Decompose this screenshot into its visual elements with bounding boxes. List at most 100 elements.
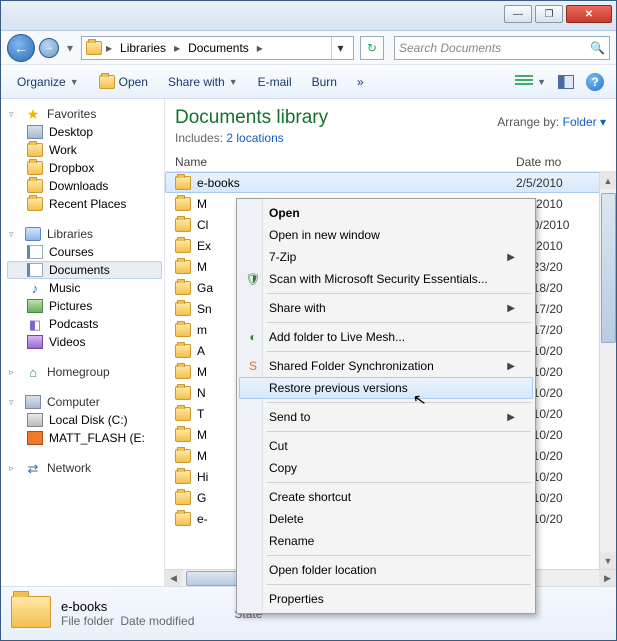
minimize-button[interactable]: —	[504, 5, 532, 23]
menu-item-label: Cut	[269, 439, 288, 453]
vertical-scrollbar[interactable]: ▲ ▼	[599, 172, 616, 569]
folder-icon	[175, 176, 191, 190]
more-commands-button[interactable]: »	[349, 71, 372, 93]
menu-item[interactable]: ◐Add folder to Live Mesh...	[239, 326, 533, 348]
forward-button[interactable]: →	[39, 38, 59, 58]
address-bar[interactable]: ▸ Libraries ▸ Documents ▸ ▾	[81, 36, 354, 60]
view-options-button[interactable]: ▼	[511, 71, 550, 93]
menu-item[interactable]: Create shortcut	[239, 486, 533, 508]
scroll-thumb[interactable]	[601, 193, 616, 343]
nav-dropbox[interactable]: Dropbox	[7, 159, 162, 177]
library-header: Documents library Includes: 2 locations …	[165, 99, 616, 151]
menu-item-label: Copy	[269, 461, 297, 475]
nav-pictures[interactable]: Pictures	[7, 297, 162, 315]
includes-locations-link[interactable]: 2 locations	[226, 131, 283, 145]
folder-icon	[175, 239, 191, 253]
view-icon	[515, 75, 533, 89]
details-title: e-books	[61, 599, 194, 614]
menu-item[interactable]: Open folder location	[239, 559, 533, 581]
scroll-down-icon[interactable]: ▼	[600, 552, 616, 569]
folder-icon	[27, 143, 43, 157]
menu-item[interactable]: Copy	[239, 457, 533, 479]
libraries-icon	[25, 227, 41, 241]
menu-item[interactable]: Rename	[239, 530, 533, 552]
column-name[interactable]: Name	[175, 155, 516, 169]
submenu-arrow-icon: ▶	[507, 412, 515, 423]
nav-recent-places[interactable]: Recent Places	[7, 195, 162, 213]
menu-item[interactable]: Send to▶	[239, 406, 533, 428]
back-button[interactable]: ←	[7, 34, 35, 62]
menu-item[interactable]: SShared Folder Synchronization▶	[239, 355, 533, 377]
nav-homegroup-header[interactable]: ▹⌂Homegroup	[7, 363, 162, 381]
menu-item[interactable]: Delete	[239, 508, 533, 530]
file-row[interactable]: e-books2/5/2010	[165, 172, 616, 193]
context-menu: Open Open in new window 7-Zip▶🛡Scan with M…	[236, 198, 536, 614]
folder-icon	[175, 260, 191, 274]
history-dropdown-icon[interactable]: ▾	[63, 36, 77, 60]
menu-separator	[267, 584, 531, 585]
menu-item[interactable]: Open	[239, 202, 533, 224]
nav-matt-flash-e[interactable]: MATT_FLASH (E:	[7, 429, 162, 447]
nav-computer-header[interactable]: ▿Computer	[7, 393, 162, 411]
scroll-up-icon[interactable]: ▲	[600, 172, 616, 189]
nav-courses[interactable]: Courses	[7, 243, 162, 261]
nav-documents[interactable]: Documents	[7, 261, 162, 279]
column-headers[interactable]: Name Date mo	[165, 151, 616, 172]
menu-item[interactable]: Open in new window	[239, 224, 533, 246]
nav-desktop[interactable]: Desktop	[7, 123, 162, 141]
scroll-left-icon[interactable]: ◀	[165, 570, 182, 586]
menu-item[interactable]: Properties	[239, 588, 533, 610]
breadcrumb-sep: ▸	[104, 41, 114, 55]
breadcrumb-documents[interactable]: Documents	[184, 39, 253, 57]
breadcrumb-libraries[interactable]: Libraries	[116, 39, 170, 57]
nav-favorites-header[interactable]: ▿★Favorites	[7, 105, 162, 123]
maximize-button[interactable]: ❐	[535, 5, 563, 23]
search-input[interactable]: Search Documents 🔍	[394, 36, 610, 60]
email-button[interactable]: E-mail	[250, 71, 300, 93]
menu-item[interactable]: Restore previous versions	[239, 377, 533, 399]
folder-icon	[175, 512, 191, 526]
menu-item-icon: 🛡	[245, 272, 261, 286]
breadcrumb-sep: ▸	[172, 41, 182, 55]
preview-pane-icon	[558, 75, 574, 89]
menu-item[interactable]: Share with▶	[239, 297, 533, 319]
menu-item[interactable]: 🛡Scan with Microsoft Security Essentials…	[239, 268, 533, 290]
help-button[interactable]: ?	[582, 69, 608, 95]
nav-libraries-header[interactable]: ▿Libraries	[7, 225, 162, 243]
arrange-by-value[interactable]: Folder ▾	[563, 115, 606, 129]
folder-icon	[175, 470, 191, 484]
close-button[interactable]: ✕	[566, 5, 612, 23]
menu-separator	[267, 555, 531, 556]
refresh-button[interactable]: ↻	[360, 36, 384, 60]
menu-item-label: Open in new window	[269, 228, 380, 242]
organize-button[interactable]: Organize▼	[9, 71, 87, 93]
preview-pane-button[interactable]	[554, 71, 578, 93]
nav-downloads[interactable]: Downloads	[7, 177, 162, 195]
folder-icon	[175, 218, 191, 232]
folder-icon	[175, 428, 191, 442]
menu-item-label: Restore previous versions	[269, 381, 408, 395]
details-type: File folder	[61, 614, 114, 628]
nav-local-disk-c[interactable]: Local Disk (C:)	[7, 411, 162, 429]
folder-icon	[86, 41, 102, 55]
nav-network-header[interactable]: ▹⇄Network	[7, 459, 162, 477]
address-dropdown-icon[interactable]: ▾	[331, 37, 349, 59]
nav-music[interactable]: ♪Music	[7, 279, 162, 297]
nav-videos[interactable]: Videos	[7, 333, 162, 351]
menu-separator	[267, 482, 531, 483]
menu-item[interactable]: Cut	[239, 435, 533, 457]
pictures-icon	[27, 299, 43, 313]
open-button[interactable]: Open	[91, 71, 156, 93]
nav-podcasts[interactable]: ◧Podcasts	[7, 315, 162, 333]
menu-item-label: Properties	[269, 592, 324, 606]
includes-label: Includes:	[175, 131, 223, 145]
toolbar: Organize▼ Open Share with▼ E-mail Burn »…	[1, 65, 616, 99]
submenu-arrow-icon: ▶	[507, 303, 515, 314]
menu-item[interactable]: 7-Zip▶	[239, 246, 533, 268]
column-date[interactable]: Date mo	[516, 155, 606, 169]
burn-button[interactable]: Burn	[304, 71, 345, 93]
share-with-button[interactable]: Share with▼	[160, 71, 246, 93]
scroll-right-icon[interactable]: ▶	[599, 570, 616, 586]
navigation-pane: ▿★Favorites Desktop Work Dropbox Downloa…	[1, 99, 165, 586]
nav-work[interactable]: Work	[7, 141, 162, 159]
